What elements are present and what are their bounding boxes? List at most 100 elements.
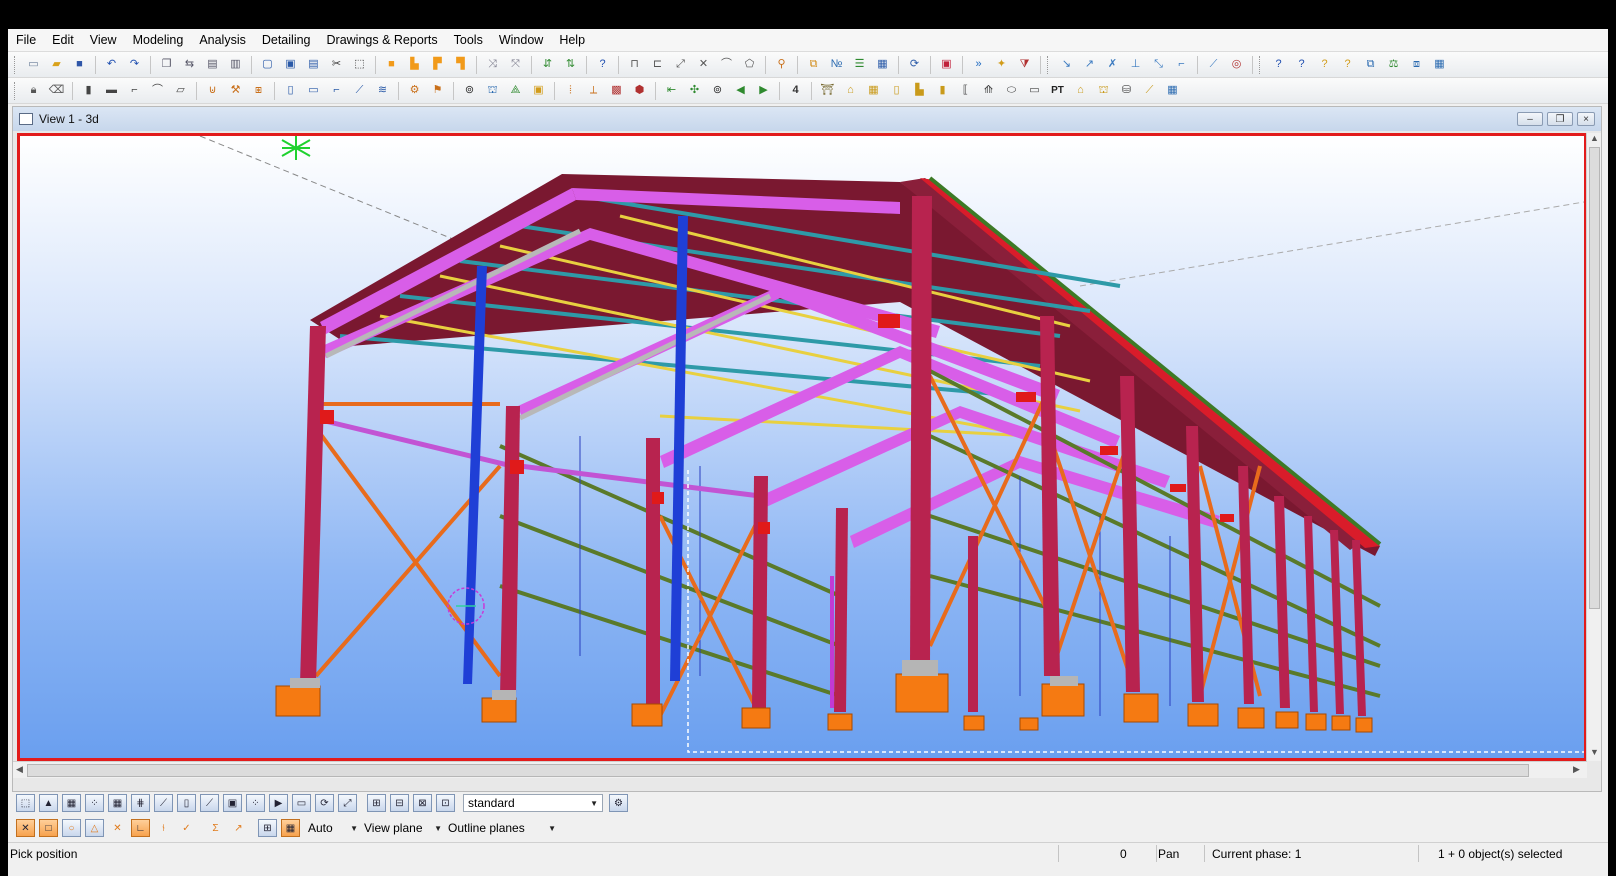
red-tool-icon[interactable]: ▣ (938, 56, 956, 74)
move-icon[interactable]: ⇆ (181, 56, 199, 74)
close-icon[interactable]: × (1577, 112, 1595, 126)
open-model-icon[interactable]: ▰ (48, 56, 66, 74)
select-all-switch-icon[interactable]: ⬚ (16, 794, 35, 812)
scroll-left-icon[interactable]: ◀ (16, 764, 23, 775)
split-icon[interactable]: ⟂ (585, 82, 603, 100)
refresh-icon[interactable]: ⟳ (906, 56, 924, 74)
portal-frame-icon[interactable]: ⛩ (819, 82, 837, 100)
select-reinforcing-icon[interactable]: ▶ (269, 794, 288, 812)
snap-center-icon[interactable]: ◎ (1228, 56, 1246, 74)
column-icon[interactable]: ▮ (80, 82, 98, 100)
query-object-icon[interactable]: ? (1293, 56, 1311, 74)
level-4-icon[interactable]: 4 (787, 82, 805, 100)
paste-icon[interactable]: ▤ (204, 56, 222, 74)
menu-file[interactable]: File (8, 29, 44, 51)
part-orange-icon[interactable]: ■ (383, 56, 401, 74)
green-move-icon[interactable]: ⇅ (562, 56, 580, 74)
building-icon[interactable]: ⌂ (842, 82, 860, 100)
select-gridlines-icon[interactable]: ⋕ (131, 794, 150, 812)
roof-icon[interactable]: ⟰ (980, 82, 998, 100)
select-loads-icon[interactable]: ▭ (292, 794, 311, 812)
undo-icon[interactable]: ↶ (103, 56, 121, 74)
clash-check-icon[interactable]: ⧉ (805, 56, 823, 74)
scroll-right-icon[interactable]: ▶ (1573, 764, 1580, 775)
wand-icon[interactable]: ✦ (993, 56, 1011, 74)
connection-icon[interactable]: ⚑ (429, 82, 447, 100)
gate-icon[interactable]: ⛫ (1095, 82, 1113, 100)
view-list-icon[interactable]: ▣ (282, 56, 300, 74)
filter-settings-icon[interactable]: ⚙ (609, 794, 628, 812)
rotate-icon[interactable]: ✣ (686, 82, 704, 100)
diagonal-icon[interactable]: ⤢ (672, 56, 690, 74)
restore-icon[interactable]: ❐ (1547, 112, 1573, 126)
slab-icon[interactable]: ⬭ (1003, 82, 1021, 100)
report-query-icon[interactable]: ▦ (1431, 56, 1449, 74)
snap-end-icon[interactable]: ↘ (1058, 56, 1076, 74)
plane-dropdown[interactable]: View plane ▼ (364, 819, 442, 837)
toolbar-grip[interactable] (1047, 55, 1051, 74)
combine-icon[interactable]: ▩ (608, 82, 626, 100)
concrete-polybeam-icon[interactable]: ⌐ (328, 82, 346, 100)
stiffener-icon[interactable]: ▙ (911, 82, 929, 100)
fitting-icon[interactable]: ⦙ (562, 82, 580, 100)
box-icon[interactable]: ▣ (530, 82, 548, 100)
rebar-set-icon[interactable]: ≋ (374, 82, 392, 100)
green-arrows-icon[interactable]: ⇵ (539, 56, 557, 74)
save-icon[interactable]: ■ (71, 56, 89, 74)
snap-any-position-icon[interactable]: △ (85, 819, 104, 837)
measure-icon[interactable]: ⚖ (1385, 56, 1403, 74)
vertical-scrollbar[interactable]: ▲ ▼ (1586, 133, 1601, 761)
horizontal-scroll-thumb[interactable] (27, 764, 1529, 777)
chevron-right-icon[interactable]: » (970, 56, 988, 74)
curved-beam-icon[interactable]: ⌒ (149, 82, 167, 100)
snap-extension-icon[interactable]: ⫮ (154, 819, 173, 837)
select-cuts-icon[interactable]: ▯ (177, 794, 196, 812)
assembly-icon[interactable]: ▙ (406, 56, 424, 74)
snap-arrow-icon[interactable]: ↗ (229, 819, 248, 837)
cut-part-icon[interactable]: ⧆ (250, 82, 268, 100)
rail-icon[interactable]: ▭ (1026, 82, 1044, 100)
plate-icon[interactable]: ▱ (172, 82, 190, 100)
menu-window[interactable]: Window (491, 29, 551, 51)
menu-edit[interactable]: Edit (44, 29, 82, 51)
cut-icon[interactable]: ✂ (328, 56, 346, 74)
menu-drawings-reports[interactable]: Drawings & Reports (319, 29, 446, 51)
select-objects-in-components-icon[interactable]: ⊞ (367, 794, 386, 812)
snap-perp-icon[interactable]: ⊥ (1127, 56, 1145, 74)
selection-filter-dropdown[interactable]: standard ▼ (463, 794, 603, 812)
report-icon[interactable]: ▦ (874, 56, 892, 74)
select-components-filter-icon[interactable]: ⊡ (436, 794, 455, 812)
snap-mid-icon[interactable]: ↗ (1081, 56, 1099, 74)
scroll-up-icon[interactable]: ▲ (1590, 133, 1599, 143)
select-parts-icon[interactable]: ▲ (39, 794, 58, 812)
select-welds-icon[interactable]: ⟋ (154, 794, 173, 812)
cylinder-icon[interactable]: ⛁ (1118, 82, 1136, 100)
arrow-right-icon[interactable]: ▶ (755, 82, 773, 100)
numbering-icon[interactable]: № (828, 56, 846, 74)
arc-icon[interactable]: ⌒ (718, 56, 736, 74)
snap-perpendicular-icon[interactable]: ∟ (131, 819, 150, 837)
ladder-icon[interactable]: ▯ (888, 82, 906, 100)
menu-detailing[interactable]: Detailing (254, 29, 319, 51)
properties-icon[interactable]: ▥ (227, 56, 245, 74)
select-points-icon[interactable]: ⁘ (85, 794, 104, 812)
rebar-icon[interactable]: ⟋ (351, 82, 369, 100)
snap-override-icon[interactable]: ⊞ (258, 819, 277, 837)
pipe-icon[interactable]: ⟋ (1141, 82, 1159, 100)
cast-unit-icon[interactable]: ▛ (429, 56, 447, 74)
3d-model-canvas[interactable] (17, 133, 1587, 761)
menu-modeling[interactable]: Modeling (125, 29, 192, 51)
query-icon[interactable]: ? (1270, 56, 1288, 74)
scroll-down-icon[interactable]: ▼ (1590, 747, 1599, 757)
toolbar-grip[interactable] (14, 55, 18, 74)
snap-free-icon[interactable]: ⌐ (1173, 56, 1191, 74)
snap-points-icon[interactable]: ⤧ (507, 56, 525, 74)
toolbar-grip[interactable] (14, 81, 18, 100)
snap-depth-dropdown[interactable]: Auto ▼ (308, 819, 358, 837)
stair-icon[interactable]: ▦ (865, 82, 883, 100)
query-cog-icon[interactable]: ? (1339, 56, 1357, 74)
copy-icon[interactable]: ❐ (158, 56, 176, 74)
horizontal-scrollbar[interactable]: ◀ ▶ (13, 761, 1587, 778)
snap-lines-icon[interactable]: ⤨ (484, 56, 502, 74)
menu-analysis[interactable]: Analysis (191, 29, 254, 51)
